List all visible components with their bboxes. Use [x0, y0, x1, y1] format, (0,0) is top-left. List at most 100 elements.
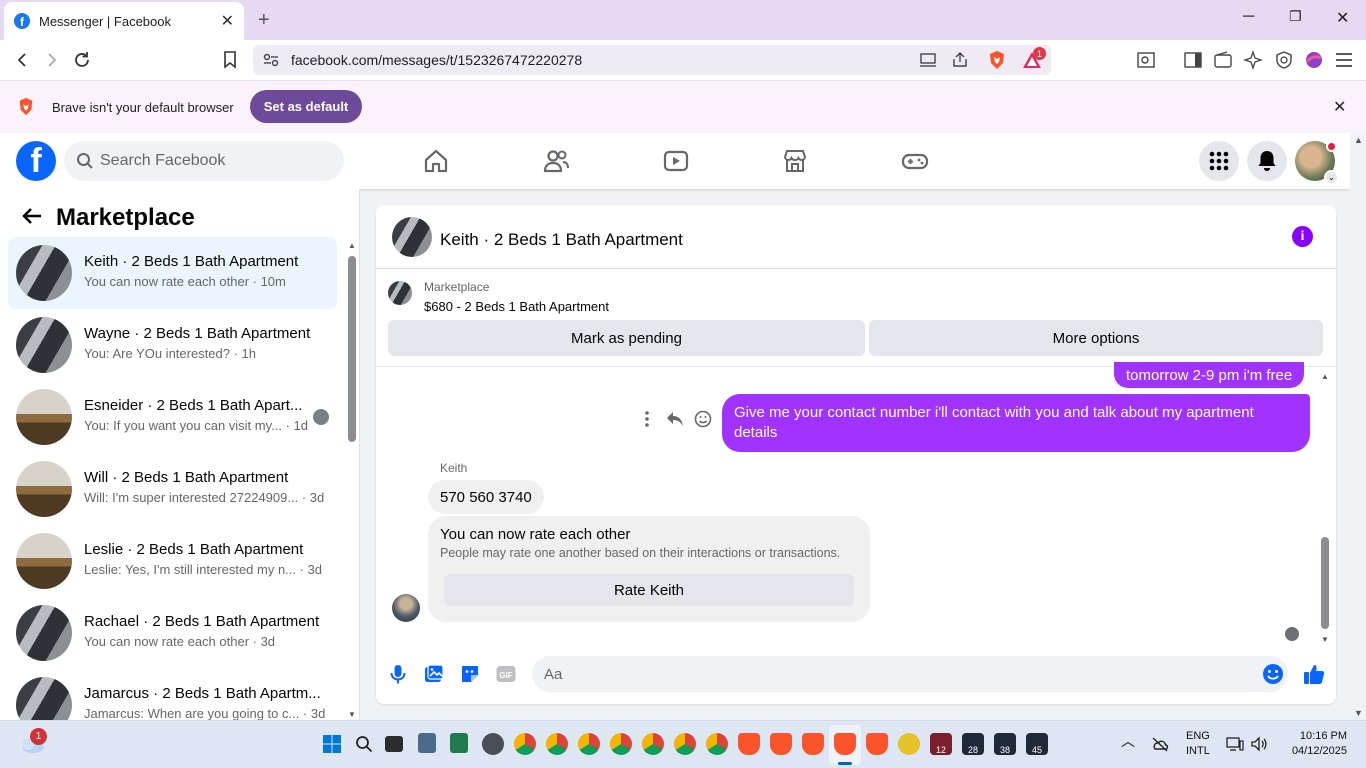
- calculator-icon[interactable]: [418, 733, 436, 753]
- list-item[interactable]: Leslie · 2 Beds 1 Bath Apartment Leslie:…: [8, 525, 337, 597]
- sidebar-toggle-icon[interactable]: [1183, 50, 1203, 70]
- brave-icon[interactable]: [834, 733, 856, 755]
- reload-icon[interactable]: [70, 48, 94, 72]
- minimize-icon[interactable]: ─: [1243, 8, 1254, 26]
- taskbar-search-icon[interactable]: [355, 735, 373, 753]
- chat-snippet: You: Are YOu interested? · 1h: [84, 346, 257, 361]
- task-view-icon[interactable]: [385, 736, 403, 752]
- avatar: [16, 389, 72, 445]
- menu-icon[interactable]: [1334, 50, 1354, 70]
- marketplace-icon[interactable]: [781, 147, 809, 175]
- emoji-icon[interactable]: [1262, 663, 1284, 685]
- new-tab-icon[interactable]: +: [258, 9, 270, 32]
- calendar-badge[interactable]: 28: [962, 733, 984, 755]
- address-bar[interactable]: facebook.com/messages/t/1523267472220278…: [253, 45, 1051, 75]
- sent-message[interactable]: tomorrow 2-9 pm i'm free: [1114, 362, 1305, 388]
- account-avatar[interactable]: ⌄: [1295, 141, 1339, 185]
- sent-message[interactable]: Give me your contact number i'll contact…: [722, 394, 1310, 452]
- set-as-default-button[interactable]: Set as default: [250, 90, 362, 123]
- cast-icon[interactable]: [919, 52, 937, 68]
- photo-icon[interactable]: [423, 663, 445, 685]
- chrome-icon[interactable]: [674, 733, 696, 755]
- share-icon[interactable]: [951, 51, 969, 69]
- page-scrollbar[interactable]: ▲ ▼: [1350, 133, 1366, 720]
- calendar-badge[interactable]: 38: [994, 733, 1016, 755]
- tray-chevron-up-icon[interactable]: ︿: [1121, 734, 1135, 749]
- menu-grid-button[interactable]: [1199, 141, 1239, 181]
- chrome-icon[interactable]: [706, 733, 728, 755]
- sidebar-scrollbar[interactable]: ▲ ▼: [347, 241, 357, 719]
- sidebar-title: Marketplace: [56, 204, 195, 231]
- info-icon[interactable]: i: [1292, 226, 1313, 247]
- watch-icon[interactable]: [662, 147, 690, 175]
- sticker-icon[interactable]: [459, 663, 481, 685]
- chrome-icon[interactable]: [578, 733, 600, 755]
- listing-item[interactable]: $680 - 2 Beds 1 Bath Apartment: [424, 299, 609, 314]
- brave-icon[interactable]: [770, 733, 792, 755]
- chrome-icon[interactable]: [514, 733, 536, 755]
- more-options-button[interactable]: More options: [869, 320, 1323, 356]
- message-input[interactable]: [544, 656, 1244, 692]
- back-icon[interactable]: [10, 48, 34, 72]
- search-input[interactable]: [100, 141, 330, 181]
- notifications-button[interactable]: [1247, 141, 1287, 181]
- infobar-close-icon[interactable]: ✕: [1333, 97, 1346, 117]
- leo-ai-icon[interactable]: [1243, 50, 1263, 70]
- gaming-icon[interactable]: [901, 147, 929, 175]
- brave-icon[interactable]: [738, 733, 760, 755]
- onedrive-icon[interactable]: [1151, 736, 1169, 752]
- browser-tab[interactable]: f Messenger | Facebook ✕: [4, 2, 244, 40]
- app-icon[interactable]: [898, 733, 920, 755]
- clock[interactable]: 10:16 PM 04/12/2025: [1289, 729, 1347, 759]
- wallet-icon[interactable]: [1213, 50, 1233, 70]
- facebook-logo-icon[interactable]: f: [16, 141, 56, 181]
- avatar[interactable]: [392, 217, 432, 257]
- back-arrow-icon[interactable]: [22, 207, 42, 225]
- list-item[interactable]: Wayne · 2 Beds 1 Bath Apartment You: Are…: [8, 309, 337, 381]
- facebook-search[interactable]: [64, 141, 344, 181]
- rate-keith-button[interactable]: Rate Keith: [444, 574, 854, 606]
- brave-icon[interactable]: [866, 733, 888, 755]
- list-item[interactable]: Jamarcus · 2 Beds 1 Bath Apartm... Jamar…: [8, 669, 337, 720]
- windows-start-icon[interactable]: [323, 735, 341, 753]
- conversation-title[interactable]: Keith · 2 Beds 1 Bath Apartment: [440, 230, 683, 250]
- brave-icon[interactable]: [802, 733, 824, 755]
- react-icon[interactable]: [694, 410, 712, 428]
- listing-thumbnail[interactable]: [388, 281, 412, 305]
- brave-shields-icon[interactable]: [987, 50, 1007, 70]
- vpn-icon[interactable]: [1274, 50, 1294, 70]
- calendar-badge[interactable]: 12: [930, 733, 952, 755]
- message-field[interactable]: [532, 656, 1288, 692]
- app-icon[interactable]: [482, 733, 504, 755]
- bookmark-icon[interactable]: [218, 48, 242, 72]
- app-icon[interactable]: [450, 733, 468, 753]
- network-icon[interactable]: [1226, 736, 1244, 752]
- volume-icon[interactable]: [1250, 736, 1268, 752]
- thumbs-up-icon[interactable]: [1302, 662, 1326, 686]
- window-close-icon[interactable]: ✕: [1336, 8, 1349, 28]
- list-item[interactable]: Will · 2 Beds 1 Bath Apartment Will: I'm…: [8, 453, 337, 525]
- profile-icon[interactable]: [1304, 50, 1324, 70]
- friends-icon[interactable]: [542, 147, 570, 175]
- restore-icon[interactable]: ❐: [1289, 8, 1302, 25]
- received-message[interactable]: 570 560 3740: [428, 480, 544, 514]
- reader-mode-icon[interactable]: [1136, 50, 1156, 70]
- close-tab-icon[interactable]: ✕: [221, 11, 234, 31]
- list-item[interactable]: Esneider · 2 Beds 1 Bath Apart... You: I…: [8, 381, 337, 453]
- calendar-badge[interactable]: 45: [1026, 733, 1048, 755]
- language-indicator[interactable]: ENG INTL: [1186, 729, 1210, 759]
- more-actions-icon[interactable]: [644, 411, 650, 427]
- list-item[interactable]: Keith · 2 Beds 1 Bath Apartment You can …: [8, 237, 337, 309]
- gif-icon[interactable]: GIF: [495, 663, 517, 685]
- list-item[interactable]: Rachael · 2 Beds 1 Bath Apartment You ca…: [8, 597, 337, 669]
- reply-icon[interactable]: [666, 411, 684, 427]
- thread-scrollbar[interactable]: ▲ ▼: [1320, 372, 1330, 644]
- chrome-icon[interactable]: [610, 733, 632, 755]
- microphone-icon[interactable]: [387, 663, 409, 685]
- chrome-icon[interactable]: [642, 733, 664, 755]
- home-icon[interactable]: [422, 147, 450, 175]
- mark-as-pending-button[interactable]: Mark as pending: [388, 320, 865, 356]
- chrome-icon[interactable]: [546, 733, 568, 755]
- site-settings-icon[interactable]: [263, 53, 279, 67]
- forward-icon[interactable]: [40, 48, 64, 72]
